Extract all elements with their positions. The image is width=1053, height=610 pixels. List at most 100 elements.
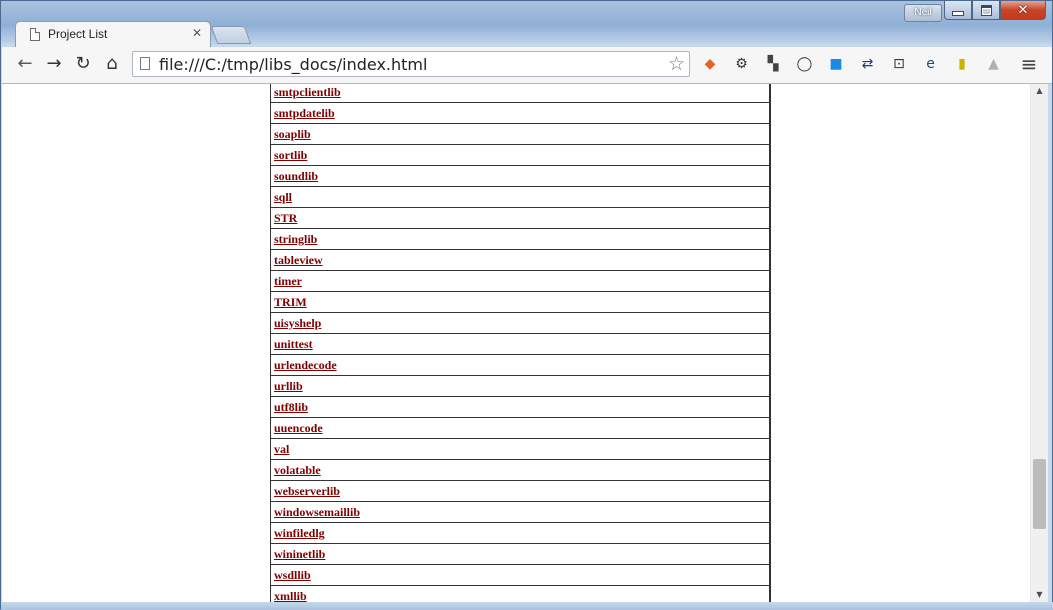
library-link[interactable]: val: [274, 442, 289, 456]
table-row: smtpdatelib: [270, 102, 770, 124]
library-link[interactable]: sqll: [274, 190, 292, 204]
table-row: smtpclientlib: [270, 84, 770, 103]
scroll-down-arrow[interactable]: ▼: [1031, 588, 1048, 602]
scroll-thumb[interactable]: [1033, 459, 1046, 530]
table-row: winfiledlg: [270, 522, 770, 544]
table-row: urllib: [270, 375, 770, 397]
table-cell: urllib: [270, 375, 770, 397]
table-row: STR: [270, 207, 770, 229]
reload-button[interactable]: ↻: [72, 53, 94, 75]
document-icon: [30, 28, 40, 41]
ext-hands-icon[interactable]: ⇄: [858, 54, 878, 74]
table-cell: soaplib: [270, 123, 770, 145]
table-row: tableview: [270, 249, 770, 271]
library-link[interactable]: sortlib: [274, 148, 307, 162]
library-link[interactable]: urllib: [274, 379, 303, 393]
table-row: xmllib: [270, 585, 770, 603]
table-cell: timer: [270, 270, 770, 292]
table-cell: webserverlib: [270, 480, 770, 502]
library-table: smtpclientlib smtpdatelib soaplib sortlib so…: [270, 84, 771, 602]
url-text[interactable]: file:///C:/tmp/libs_docs/index.html: [159, 55, 427, 74]
ext-car-icon[interactable]: ⊡: [889, 54, 909, 74]
library-link[interactable]: soaplib: [274, 127, 311, 141]
table-row: val: [270, 438, 770, 460]
table-row: uuencode: [270, 417, 770, 439]
table-row: TRIM: [270, 291, 770, 313]
ext-e-circle-icon[interactable]: e: [921, 54, 941, 74]
library-link[interactable]: stringlib: [274, 232, 317, 246]
library-link[interactable]: windowsemaillib: [274, 505, 360, 519]
table-cell: uisyshelp: [270, 312, 770, 334]
table-row: wininetlib: [270, 543, 770, 565]
table-cell: smtpdatelib: [270, 102, 770, 124]
drive-icon[interactable]: ▲: [984, 54, 1004, 74]
library-link[interactable]: winfiledlg: [274, 526, 325, 540]
table-cell: val: [270, 438, 770, 460]
minimize-button[interactable]: [944, 1, 972, 20]
maximize-button[interactable]: [972, 1, 1000, 20]
library-link[interactable]: wininetlib: [274, 547, 325, 561]
table-row: urlendecode: [270, 354, 770, 376]
new-tab-button[interactable]: [210, 26, 252, 44]
library-link[interactable]: wsdllib: [274, 568, 311, 582]
table-row: soundlib: [270, 165, 770, 187]
table-row: sqll: [270, 186, 770, 208]
table-cell: volatable: [270, 459, 770, 481]
menu-button[interactable]: ≡: [1018, 53, 1040, 75]
scroll-up-arrow[interactable]: ▲: [1031, 84, 1048, 98]
library-link[interactable]: volatable: [274, 463, 321, 477]
table-cell: uuencode: [270, 417, 770, 439]
ext-squares-icon[interactable]: ▚: [763, 54, 783, 74]
close-tab-icon[interactable]: ✕: [192, 26, 202, 40]
bookmark-star-icon[interactable]: ☆: [668, 53, 685, 75]
tab-project-list[interactable]: Project List ✕: [15, 21, 211, 48]
toolbar: ← → ↻ ⌂ file:///C:/tmp/libs_docs/index.h…: [2, 47, 1052, 84]
back-button[interactable]: ←: [14, 53, 36, 75]
ext-blue-square-icon[interactable]: ■: [826, 54, 846, 74]
library-link[interactable]: soundlib: [274, 169, 318, 183]
library-link[interactable]: webserverlib: [274, 484, 340, 498]
library-link[interactable]: uuencode: [274, 421, 323, 435]
library-link[interactable]: STR: [274, 211, 297, 225]
library-link[interactable]: utf8lib: [274, 400, 308, 414]
library-link[interactable]: TRIM: [274, 295, 307, 309]
table-cell: TRIM: [270, 291, 770, 313]
close-window-button[interactable]: ✕: [1000, 1, 1046, 20]
library-link[interactable]: timer: [274, 274, 302, 288]
table-cell: urlendecode: [270, 354, 770, 376]
ext-yellow-green-icon[interactable]: ▮: [952, 54, 972, 74]
address-bar[interactable]: file:///C:/tmp/libs_docs/index.html ☆: [132, 51, 690, 77]
ext-colorful-icon[interactable]: ◆: [700, 54, 720, 74]
library-link[interactable]: unittest: [274, 337, 313, 351]
table-row: unittest: [270, 333, 770, 355]
library-link[interactable]: uisyshelp: [274, 316, 321, 330]
table-cell: STR: [270, 207, 770, 229]
table-row: utf8lib: [270, 396, 770, 418]
gear-icon[interactable]: ⚙: [732, 54, 752, 74]
table-cell: smtpclientlib: [270, 84, 770, 103]
table-cell: stringlib: [270, 228, 770, 250]
library-link[interactable]: xmllib: [274, 589, 307, 603]
vertical-scrollbar[interactable]: ▲ ▼: [1030, 84, 1048, 602]
home-button[interactable]: ⌂: [101, 53, 123, 75]
table-row: volatable: [270, 459, 770, 481]
page-icon: [140, 57, 150, 70]
forward-button[interactable]: →: [43, 53, 65, 75]
table-row: soaplib: [270, 123, 770, 145]
profile-badge[interactable]: Neil: [904, 4, 942, 22]
maximize-icon: [980, 4, 992, 16]
table-row: sortlib: [270, 144, 770, 166]
caption-buttons: ✕: [944, 1, 1046, 20]
library-link[interactable]: smtpclientlib: [274, 85, 341, 99]
ext-ring-icon[interactable]: ◯: [795, 54, 815, 74]
table-cell: sqll: [270, 186, 770, 208]
table-cell: windowsemaillib: [270, 501, 770, 523]
page-content: smtpclientlib smtpdatelib soaplib sortlib so…: [2, 84, 1030, 602]
table-cell: utf8lib: [270, 396, 770, 418]
library-link[interactable]: tableview: [274, 253, 323, 267]
table-cell: sortlib: [270, 144, 770, 166]
table-cell: wininetlib: [270, 543, 770, 565]
library-link[interactable]: smtpdatelib: [274, 106, 335, 120]
close-icon: ✕: [1017, 2, 1029, 18]
library-link[interactable]: urlendecode: [274, 358, 337, 372]
